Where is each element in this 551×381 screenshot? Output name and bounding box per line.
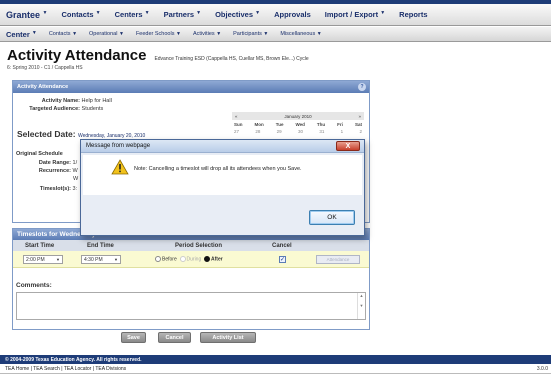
caret-down-icon: ▼ bbox=[72, 31, 78, 37]
nav-contacts[interactable]: Contacts ▼ bbox=[61, 10, 100, 19]
activity-name: Help for Hall bbox=[81, 98, 112, 104]
page-title: Activity Attendance bbox=[7, 47, 147, 64]
chevron-down-icon: ▼ bbox=[56, 257, 60, 262]
nav-partners[interactable]: Partners ▼ bbox=[164, 10, 201, 19]
footer-links-text[interactable]: TEA Home | TEA Search | TEA Locator | TE… bbox=[5, 366, 126, 372]
nav2-activities[interactable]: Activities ▼ bbox=[193, 31, 221, 37]
caret-down-icon: ▼ bbox=[42, 9, 48, 16]
timeslots-panel: Timeslots for Wednesday Start Time End T… bbox=[12, 228, 370, 330]
dialog-message: Note: Cancelling a timeslot will drop al… bbox=[134, 166, 302, 172]
secondary-nav: Center ▼ Contacts ▼ Operational ▼ Feeder… bbox=[0, 27, 551, 42]
timeslots-columns: Start Time End Time Period Selection Can… bbox=[13, 240, 369, 251]
comments-label: Comments: bbox=[16, 282, 52, 289]
nav-objectives[interactable]: Objectives ▼ bbox=[215, 10, 260, 19]
calendar-day[interactable]: 30 bbox=[298, 129, 303, 134]
col-period: Period Selection bbox=[175, 242, 223, 249]
audience-row: Targeted Audience: Students bbox=[29, 106, 104, 112]
comments-textarea[interactable]: ▲ ▼ bbox=[16, 292, 366, 320]
selected-date-row: Selected Date: Wednesday, January 20, 20… bbox=[17, 129, 146, 139]
caret-down-icon: ▼ bbox=[144, 10, 150, 16]
help-icon[interactable]: ? bbox=[358, 83, 366, 91]
dialog-title: Message from webpage bbox=[86, 143, 151, 149]
ok-button[interactable]: OK bbox=[309, 210, 355, 225]
activity-name-row: Activity Name: Help for Hall bbox=[41, 98, 112, 104]
footer-links: TEA Home | TEA Search | TEA Locator | TE… bbox=[0, 364, 551, 374]
caret-down-icon: ▼ bbox=[31, 29, 37, 36]
calendar-day[interactable]: 2 bbox=[359, 129, 362, 134]
caret-down-icon: ▼ bbox=[176, 31, 181, 37]
period-radio-group: Before During After bbox=[155, 256, 223, 262]
calendar-day[interactable]: 29 bbox=[277, 129, 282, 134]
cancel-button[interactable]: Cancel bbox=[158, 332, 191, 343]
close-icon[interactable]: X bbox=[336, 141, 360, 151]
calendar-weekdays: Sun Mon Tue Wed Thu Fri Sat bbox=[234, 122, 362, 127]
calendar-month-bar: « January 2010 » bbox=[232, 112, 364, 120]
message-dialog: Message from webpage X Note: Cancelling … bbox=[80, 139, 365, 236]
caret-down-icon: ▼ bbox=[316, 31, 322, 37]
save-button[interactable]: Save bbox=[121, 332, 146, 343]
end-time-select[interactable]: 4:30 PM ▼ bbox=[81, 255, 121, 264]
nav-centers[interactable]: Centers ▼ bbox=[115, 10, 150, 19]
panel-header: Activity Attendance ? bbox=[13, 81, 369, 93]
col-cancel: Cancel bbox=[272, 242, 292, 249]
col-end-time: End Time bbox=[87, 242, 114, 249]
nav-reports[interactable]: Reports bbox=[399, 10, 427, 19]
audience-value: Students bbox=[81, 106, 104, 112]
timeslot-row: 2:00 PM ▼ 4:30 PM ▼ Before During After ✓ … bbox=[13, 251, 369, 268]
date-range-row: Date Range: 1/ bbox=[38, 160, 78, 166]
nav2-operational[interactable]: Operational ▼ bbox=[89, 31, 124, 37]
caret-down-icon: ▼ bbox=[216, 31, 222, 37]
after-radio[interactable] bbox=[204, 256, 211, 262]
calendar-prev-icon[interactable]: « bbox=[235, 114, 238, 119]
nav2-contacts[interactable]: Contacts ▼ bbox=[49, 31, 77, 37]
page-context: Edvance Training ESD (Cappella HS, Cuell… bbox=[154, 56, 309, 62]
caret-down-icon: ▼ bbox=[380, 10, 386, 16]
copyright-bar: © 2004-2009 Texas Education Agency. All … bbox=[0, 355, 551, 364]
calendar: « January 2010 » Sun Mon Tue Wed Thu Fri Sat 2… bbox=[232, 112, 364, 134]
calendar-day[interactable]: 27 bbox=[234, 129, 239, 134]
nav2-participants[interactable]: Participants ▼ bbox=[233, 31, 268, 37]
dialog-title-bar: Message from webpage X bbox=[81, 140, 364, 153]
calendar-month: January 2010 bbox=[284, 113, 312, 119]
page-header: Activity Attendance Edvance Training ESD… bbox=[7, 47, 547, 71]
caret-down-icon: ▼ bbox=[118, 31, 124, 37]
attendance-button[interactable]: Attendance bbox=[316, 255, 360, 264]
recurrence-row: Recurrence: W bbox=[38, 168, 78, 174]
page-subtitle: 6: Spring 2010 - C1 / Cappella HS bbox=[7, 65, 83, 71]
activity-list-button[interactable]: Activity List bbox=[200, 332, 256, 343]
original-schedule-label: Original Schedule bbox=[16, 151, 63, 157]
nav2-miscellaneous[interactable]: Miscellaneous ▼ bbox=[280, 31, 321, 37]
cancel-checkbox[interactable]: ✓ bbox=[279, 256, 286, 263]
primary-nav: Grantee ▼ Contacts ▼ Centers ▼ Partners … bbox=[0, 4, 551, 26]
caret-down-icon: ▼ bbox=[95, 10, 101, 16]
caret-down-icon: ▼ bbox=[196, 10, 202, 16]
start-time-select[interactable]: 2:00 PM ▼ bbox=[23, 255, 63, 264]
col-start-time: Start Time bbox=[25, 242, 55, 249]
chevron-down-icon: ▼ bbox=[114, 257, 118, 262]
recurrence-row-2: W bbox=[73, 176, 79, 182]
caret-down-icon: ▼ bbox=[263, 31, 269, 37]
nav-import-export[interactable]: Import / Export ▼ bbox=[325, 10, 385, 19]
calendar-day[interactable]: 1 bbox=[341, 129, 344, 134]
calendar-next-icon[interactable]: » bbox=[358, 114, 361, 119]
timeslots-row: Timeslot(s): 3: bbox=[39, 186, 78, 192]
comments-scrollbar[interactable]: ▲ ▼ bbox=[357, 293, 365, 319]
version-label: 3.0.0 bbox=[536, 366, 548, 372]
caret-down-icon: ▼ bbox=[255, 10, 261, 16]
calendar-week: 27 28 29 30 31 1 2 bbox=[232, 129, 364, 134]
nav-approvals[interactable]: Approvals bbox=[274, 10, 311, 19]
nav2-center[interactable]: Center ▼ bbox=[6, 30, 37, 39]
nav-grantee[interactable]: Grantee ▼ bbox=[6, 10, 47, 20]
warning-icon bbox=[111, 159, 129, 177]
calendar-day[interactable]: 28 bbox=[255, 129, 260, 134]
during-radio[interactable] bbox=[179, 256, 186, 262]
calendar-day[interactable]: 31 bbox=[319, 129, 324, 134]
nav2-feeder-schools[interactable]: Feeder Schools ▼ bbox=[136, 31, 181, 37]
before-radio[interactable] bbox=[155, 256, 161, 262]
